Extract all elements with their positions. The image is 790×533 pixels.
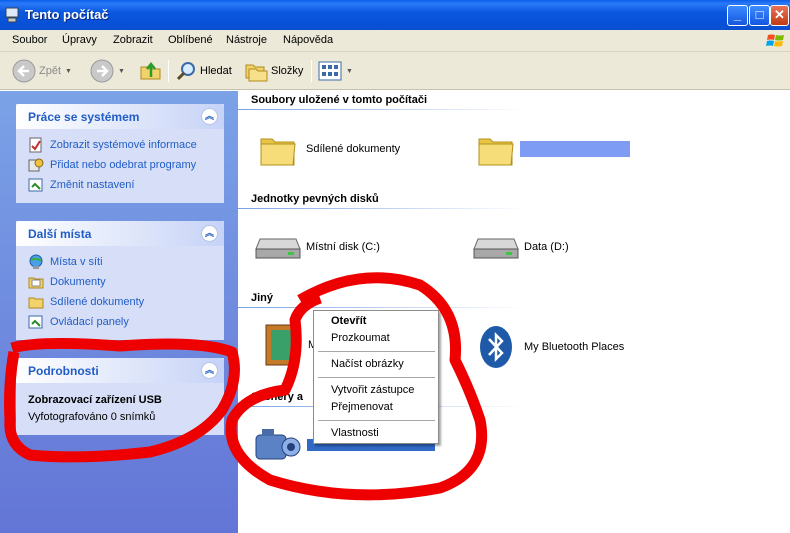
link-system-info[interactable]: Zobrazit systémové informace	[28, 135, 214, 155]
group-scanners: Skenery a	[251, 391, 303, 403]
menu-item-explore[interactable]: Prozkoumat	[331, 332, 390, 344]
minimize-button[interactable]: _	[727, 5, 748, 26]
link-change-settings[interactable]: Změnit nastavení	[28, 175, 214, 195]
drive-d-item[interactable]: Data (D:)	[472, 233, 569, 261]
hard-drive-icon	[473, 238, 519, 259]
menu-bar: Soubor Úpravy Zobrazit Oblíbené Nástroje…	[0, 30, 790, 52]
redacted-label	[520, 141, 630, 157]
folders-icon	[245, 64, 268, 82]
other-item[interactable]: M	[262, 323, 317, 367]
group-stored-files: Soubory uložené v tomto počítači	[251, 94, 428, 106]
control-panel-icon	[28, 178, 43, 192]
forward-dropdown-icon[interactable]: ▼	[118, 68, 125, 75]
menu-tools[interactable]: Nástroje	[226, 34, 267, 46]
shared-documents-item[interactable]: Sdílené dokumenty	[258, 129, 400, 169]
control-panel-icon	[28, 315, 43, 329]
computer-icon	[5, 7, 19, 23]
up-folder-icon	[140, 61, 161, 80]
group-hard-drives: Jednotky pevných disků	[251, 193, 379, 205]
other-places-header[interactable]: Další místa ︽	[16, 221, 224, 246]
title-bar[interactable]: Tento počítač _ □ ✕	[0, 0, 790, 30]
collapse-chevron-icon[interactable]: ︽	[201, 108, 218, 125]
add-remove-programs-icon	[28, 158, 44, 172]
folder-icon	[478, 138, 514, 166]
folder-icon	[260, 138, 296, 166]
shared-folder-icon	[28, 297, 44, 309]
link-shared-documents[interactable]: Sdílené dokumenty	[28, 292, 214, 312]
back-button[interactable]: Zpět ▼	[12, 58, 72, 84]
link-network-places[interactable]: Místa v síti	[28, 252, 214, 272]
toolbar: Zpět ▼ ▼ Hledat Složky ▼	[0, 52, 790, 90]
back-dropdown-icon[interactable]: ▼	[65, 68, 72, 75]
bluetooth-icon	[480, 326, 512, 368]
search-button[interactable]: Hledat	[175, 58, 232, 84]
folders-button[interactable]: Složky	[244, 58, 303, 84]
search-icon	[176, 62, 195, 81]
system-tasks-panel: Práce se systémem ︽ Zobrazit systémové i…	[16, 104, 224, 203]
drive-c-item[interactable]: Místní disk (C:)	[254, 233, 380, 261]
hard-drive-icon	[255, 238, 301, 259]
system-info-icon	[29, 137, 42, 153]
menu-edit[interactable]: Úpravy	[62, 34, 97, 46]
group-other: Jiný	[251, 292, 274, 304]
other-places-panel: Další místa ︽ Místa v síti Dokumenty Sdí…	[16, 221, 224, 340]
link-documents[interactable]: Dokumenty	[28, 272, 214, 292]
back-arrow-icon	[12, 59, 36, 83]
up-folder-button[interactable]	[139, 58, 163, 84]
menu-file[interactable]: Soubor	[12, 34, 47, 46]
details-panel: Podrobnosti ︽ Zobrazovací zařízení USB V…	[16, 358, 224, 435]
program-icon	[265, 324, 297, 366]
menu-favorites[interactable]: Oblíbené	[168, 34, 213, 46]
window-title: Tento počítač	[25, 7, 109, 22]
link-control-panel[interactable]: Ovládací panely	[28, 312, 214, 332]
details-item-name: Zobrazovací zařízení USB	[28, 394, 162, 406]
windows-logo-icon	[766, 34, 784, 47]
task-pane: Práce se systémem ︽ Zobrazit systémové i…	[0, 91, 238, 533]
maximize-button[interactable]: □	[749, 5, 770, 26]
menu-help[interactable]: Nápověda	[283, 34, 333, 46]
menu-item-get-pictures[interactable]: Načíst obrázky	[331, 358, 404, 370]
link-add-remove-programs[interactable]: Přidat nebo odebrat programy	[28, 155, 214, 175]
collapse-chevron-icon[interactable]: ︽	[201, 225, 218, 242]
menu-item-rename[interactable]: Přejmenovat	[331, 401, 393, 413]
collapse-chevron-icon[interactable]: ︽	[201, 362, 218, 379]
network-places-icon	[29, 254, 43, 269]
bluetooth-places-item[interactable]: My Bluetooth Places	[478, 325, 624, 369]
details-item-info: Vyfotografováno 0 snímků	[28, 411, 156, 423]
forward-arrow-icon	[90, 59, 114, 83]
views-icon	[318, 61, 342, 81]
context-menu: Otevřít Prozkoumat Načíst obrázky Vytvoř…	[313, 310, 439, 444]
details-header[interactable]: Podrobnosti ︽	[16, 358, 224, 383]
menu-item-properties[interactable]: Vlastnosti	[331, 427, 379, 439]
system-tasks-header[interactable]: Práce se systémem ︽	[16, 104, 224, 129]
documents-folder-icon	[28, 277, 44, 289]
menu-item-open[interactable]: Otevřít	[331, 315, 366, 327]
camera-icon	[255, 429, 301, 460]
user-documents-item[interactable]	[476, 129, 630, 169]
close-button[interactable]: ✕	[770, 5, 789, 26]
menu-view[interactable]: Zobrazit	[113, 34, 153, 46]
views-button[interactable]: ▼	[318, 58, 353, 84]
views-dropdown-icon[interactable]: ▼	[346, 68, 353, 75]
forward-button[interactable]: ▼	[90, 58, 125, 84]
menu-item-create-shortcut[interactable]: Vytvořit zástupce	[331, 384, 414, 396]
